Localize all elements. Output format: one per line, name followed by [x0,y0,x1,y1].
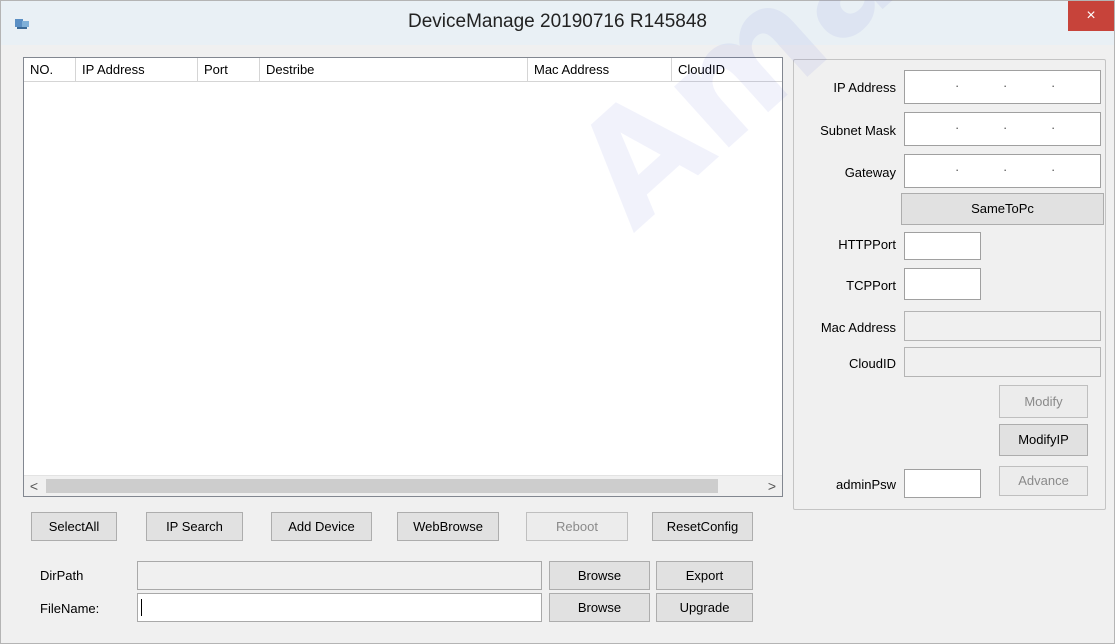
ip-dot: · [1051,120,1056,135]
cloudid-field [904,347,1101,377]
text-caret [141,599,142,616]
gateway-field[interactable]: · · · [904,154,1101,188]
title-bar[interactable]: DeviceManage 20190716 R145848 × [1,1,1114,45]
ip-dot: · [955,162,960,177]
mac-address-label: Mac Address [820,320,896,335]
close-button[interactable]: × [1068,1,1114,31]
http-port-field[interactable] [904,232,981,260]
ip-dot: · [955,78,960,93]
select-all-button[interactable]: SelectAll [31,512,117,541]
network-settings-panel: IP Address · · · Subnet Mask · · · Gatew… [793,59,1106,510]
ip-dot: · [1051,162,1056,177]
device-list[interactable]: NO. IP Address Port Destribe Mac Address… [23,57,783,497]
add-device-button[interactable]: Add Device [271,512,372,541]
file-browse-button[interactable]: Browse [549,593,650,622]
column-header-mac-address[interactable]: Mac Address [528,58,672,81]
file-name-label: FileName: [40,601,100,616]
column-header-destribe[interactable]: Destribe [260,58,528,81]
tcp-port-field[interactable] [904,268,981,300]
ip-dot: · [1051,78,1056,93]
ip-address-label: IP Address [833,80,896,95]
cloudid-label: CloudID [849,356,896,371]
horizontal-scrollbar[interactable]: < > [24,475,782,496]
reboot-button[interactable]: Reboot [526,512,628,541]
http-port-label: HTTPPort [838,237,896,252]
dir-path-label: DirPath [40,568,84,583]
column-header-cloudid[interactable]: CloudID [672,58,780,81]
reset-config-button[interactable]: ResetConfig [652,512,753,541]
window-title: DeviceManage 20190716 R145848 [408,11,707,32]
column-header-no[interactable]: NO. [24,58,76,81]
scroll-thumb[interactable] [46,479,718,493]
dir-path-field [137,561,542,590]
mac-address-field [904,311,1101,341]
column-header-ip-address[interactable]: IP Address [76,58,198,81]
upgrade-button[interactable]: Upgrade [656,593,753,622]
export-button[interactable]: Export [656,561,753,590]
column-header-port[interactable]: Port [198,58,260,81]
ip-dot: · [1003,162,1008,177]
ip-dot: · [955,120,960,135]
web-browse-button[interactable]: WebBrowse [397,512,499,541]
list-header: NO. IP Address Port Destribe Mac Address… [24,58,782,82]
gateway-label: Gateway [844,165,896,180]
modify-button[interactable]: Modify [999,385,1088,418]
admin-password-label: adminPsw [836,477,896,492]
tcp-port-label: TCPPort [846,278,896,293]
scroll-left-arrow-icon[interactable]: < [24,476,44,496]
ip-address-field[interactable]: · · · [904,70,1101,104]
file-name-field[interactable] [137,593,542,622]
scroll-right-arrow-icon[interactable]: > [762,476,782,496]
ip-dot: · [1003,120,1008,135]
dir-browse-button[interactable]: Browse [549,561,650,590]
device-manage-window: DeviceManage 20190716 R145848 × NO. IP A… [0,0,1115,644]
advance-button[interactable]: Advance [999,466,1088,496]
subnet-mask-field[interactable]: · · · [904,112,1101,146]
ip-search-button[interactable]: IP Search [146,512,243,541]
admin-password-field[interactable] [904,469,981,498]
ip-dot: · [1003,78,1008,93]
modify-ip-button[interactable]: ModifyIP [999,424,1088,456]
subnet-mask-label: Subnet Mask [820,123,896,138]
same-to-pc-button[interactable]: SameToPc [901,193,1104,225]
